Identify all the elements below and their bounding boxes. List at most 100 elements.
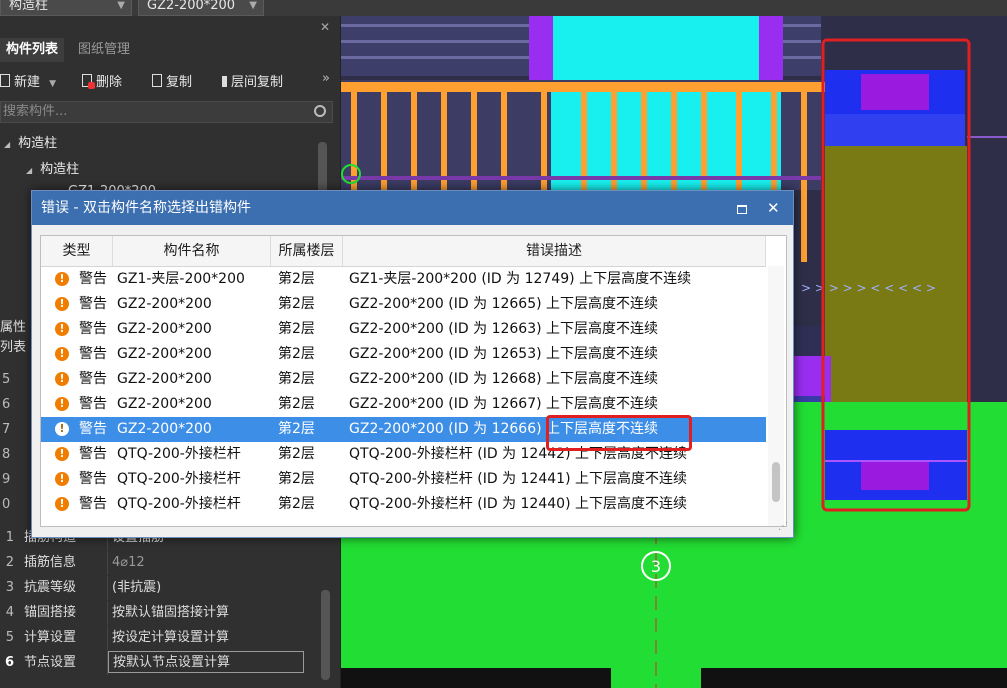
maximize-icon[interactable] bbox=[737, 205, 747, 214]
chevron-down-icon: ▼ bbox=[117, 0, 125, 11]
table-row[interactable]: ! 警告 QTQ-200-外接栏杆 第2层 QTQ-200-外接栏杆 (ID 为 124… bbox=[41, 467, 766, 492]
property-row[interactable]: 6 节点设置 按默认节点设置计算 bbox=[0, 651, 318, 675]
cell-name[interactable]: QTQ-200-外接栏杆 bbox=[117, 442, 241, 467]
table-row[interactable]: ! 警告 GZ2-200*200 第2层 GZ2-200*200 (ID 为 12653… bbox=[41, 342, 766, 367]
cell-name[interactable]: GZ1-夹层-200*200 bbox=[117, 267, 245, 292]
properties-scrollbar[interactable] bbox=[321, 590, 330, 680]
resize-grip-icon[interactable]: ⋰ bbox=[778, 521, 788, 532]
property-value[interactable]: 4⌀12 bbox=[112, 551, 145, 575]
properties-partial-rows: 5 6 7 8 9 0 bbox=[0, 340, 30, 530]
table-row[interactable]: ! 警告 GZ2-200*200 第2层 GZ2-200*200 (ID 为 12665… bbox=[41, 292, 766, 317]
component-name-value: GZ2-200*200 bbox=[147, 0, 236, 13]
grid-scrollbar[interactable] bbox=[768, 266, 784, 526]
floor-copy-icon bbox=[222, 76, 227, 87]
expand-icon[interactable]: ◢ bbox=[4, 140, 10, 149]
row-number: 5 bbox=[5, 630, 14, 645]
cell-name[interactable]: GZ2-200*200 bbox=[117, 317, 212, 342]
svg-text:> > > > > < < < < >: > > > > > < < < < > bbox=[801, 281, 936, 295]
copy-button[interactable]: 复制 bbox=[152, 71, 192, 90]
top-toolbar: 构造柱 ▼ GZ2-200*200 ▼ bbox=[0, 0, 1007, 16]
grid-header: 类型 构件名称 所属楼层 错误描述 bbox=[41, 236, 766, 267]
dialog-titlebar[interactable]: 错误 - 双击构件名称选择出错构件 ✕ bbox=[32, 191, 793, 225]
warning-icon: ! bbox=[55, 322, 69, 336]
property-row[interactable]: 2 插筋信息 4⌀12 bbox=[0, 551, 318, 575]
warning-icon: ! bbox=[55, 497, 69, 511]
row-number: 6 bbox=[4, 655, 14, 670]
error-grid: 类型 构件名称 所属楼层 错误描述 ! 警告 GZ1-夹层-200*200 第2层 GZ… bbox=[40, 235, 787, 527]
property-row[interactable]: 4 锚固搭接 按默认锚固搭接计算 bbox=[0, 601, 318, 625]
tab-drawing-management[interactable]: 图纸管理 bbox=[72, 38, 136, 62]
search-input[interactable]: 搜索构件... bbox=[0, 101, 333, 123]
property-name: 插筋信息 bbox=[24, 555, 77, 570]
search-icon[interactable] bbox=[314, 105, 326, 117]
tree-child[interactable]: ◢ 构造柱 bbox=[26, 158, 79, 177]
properties-header: 属性列表 bbox=[0, 320, 27, 355]
cell-description: GZ1-夹层-200*200 (ID 为 12749) 上下层高度不连续 bbox=[349, 271, 692, 287]
copy-icon bbox=[152, 74, 162, 87]
warning-icon: ! bbox=[55, 372, 69, 386]
row-number: 3 bbox=[5, 580, 14, 595]
cell-floor: 第2层 bbox=[278, 371, 315, 387]
tab-component-list[interactable]: 构件列表 bbox=[0, 38, 65, 62]
cell-type: 警告 bbox=[79, 346, 107, 362]
column-header-name[interactable]: 构件名称 bbox=[113, 236, 271, 266]
new-button[interactable]: 新建 ▼ bbox=[0, 71, 56, 90]
cell-floor: 第2层 bbox=[278, 496, 315, 512]
more-button[interactable]: » bbox=[322, 71, 330, 86]
cell-name[interactable]: GZ2-200*200 bbox=[117, 342, 212, 367]
table-row[interactable]: ! 警告 GZ2-200*200 第2层 GZ2-200*200 (ID 为 12667… bbox=[41, 392, 766, 417]
warning-icon: ! bbox=[55, 447, 69, 461]
property-row[interactable]: 5 计算设置 按设定计算设置计算 bbox=[0, 626, 318, 650]
warning-icon: ! bbox=[55, 472, 69, 486]
table-row[interactable]: ! 警告 GZ2-200*200 第2层 GZ2-200*200 (ID 为 12668… bbox=[41, 367, 766, 392]
row-number: 0 bbox=[2, 497, 11, 512]
table-row[interactable]: ! 警告 GZ2-200*200 第2层 GZ2-200*200 (ID 为 12663… bbox=[41, 317, 766, 342]
property-value[interactable]: (非抗震) bbox=[112, 576, 161, 600]
column-header-description[interactable]: 错误描述 bbox=[343, 236, 766, 266]
property-value[interactable]: 按设定计算设置计算 bbox=[112, 626, 229, 650]
cell-name[interactable]: QTQ-200-外接栏杆 bbox=[117, 467, 241, 492]
cell-type: 警告 bbox=[79, 321, 107, 337]
column-header-type[interactable]: 类型 bbox=[41, 236, 113, 266]
cell-floor: 第2层 bbox=[278, 321, 315, 337]
cell-name[interactable]: GZ2-200*200 bbox=[117, 417, 212, 442]
cell-description: GZ2-200*200 (ID 为 12653) 上下层高度不连续 bbox=[349, 346, 659, 362]
property-value[interactable]: 按默认节点设置计算 bbox=[108, 651, 304, 673]
chevron-down-icon: ▼ bbox=[249, 0, 257, 11]
close-icon[interactable]: ✕ bbox=[320, 20, 330, 34]
delete-button[interactable]: 删除 bbox=[82, 71, 122, 90]
row-number: 6 bbox=[2, 397, 11, 412]
warning-icon: ! bbox=[55, 422, 69, 436]
cell-floor: 第2层 bbox=[278, 271, 315, 287]
tree-root[interactable]: ◢ 构造柱 bbox=[4, 132, 57, 151]
cell-name[interactable]: GZ2-200*200 bbox=[117, 292, 212, 317]
cell-description: GZ2-200*200 (ID 为 12668) 上下层高度不连续 bbox=[349, 371, 659, 387]
scroll-thumb[interactable] bbox=[772, 462, 780, 502]
cell-name[interactable]: QTQ-200-外接栏杆 bbox=[117, 492, 241, 517]
component-name-combo[interactable]: GZ2-200*200 ▼ bbox=[138, 0, 264, 16]
cell-floor: 第2层 bbox=[278, 346, 315, 362]
cell-floor: 第2层 bbox=[278, 296, 315, 312]
property-name: 锚固搭接 bbox=[24, 605, 77, 620]
cell-floor: 第2层 bbox=[278, 471, 315, 487]
floor-copy-button[interactable]: 层间复制 bbox=[222, 71, 283, 90]
cell-name[interactable]: GZ2-200*200 bbox=[117, 392, 212, 417]
table-row[interactable]: ! 警告 QTQ-200-外接栏杆 第2层 QTQ-200-外接栏杆 (ID 为 124… bbox=[41, 492, 766, 517]
cell-type: 警告 bbox=[79, 271, 107, 287]
column-header-floor[interactable]: 所属楼层 bbox=[271, 236, 343, 266]
cell-description: GZ2-200*200 (ID 为 12663) 上下层高度不连续 bbox=[349, 321, 659, 337]
cell-description: GZ2-200*200 (ID 为 12667) 上下层高度不连续 bbox=[349, 396, 659, 412]
cell-name[interactable]: GZ2-200*200 bbox=[117, 367, 212, 392]
row-number: 7 bbox=[2, 422, 11, 437]
property-name: 计算设置 bbox=[24, 630, 77, 645]
close-icon[interactable]: ✕ bbox=[767, 191, 780, 225]
property-row[interactable]: 3 抗震等级 (非抗震) bbox=[0, 576, 318, 600]
cell-type: 警告 bbox=[79, 396, 107, 412]
warning-icon: ! bbox=[55, 397, 69, 411]
row-number: 2 bbox=[5, 555, 14, 570]
property-name: 抗震等级 bbox=[24, 580, 77, 595]
expand-icon[interactable]: ◢ bbox=[26, 166, 32, 175]
property-value[interactable]: 按默认锚固搭接计算 bbox=[112, 601, 229, 625]
table-row[interactable]: ! 警告 GZ1-夹层-200*200 第2层 GZ1-夹层-200*200 (ID 为… bbox=[41, 267, 766, 292]
component-type-combo[interactable]: 构造柱 ▼ bbox=[0, 0, 132, 16]
